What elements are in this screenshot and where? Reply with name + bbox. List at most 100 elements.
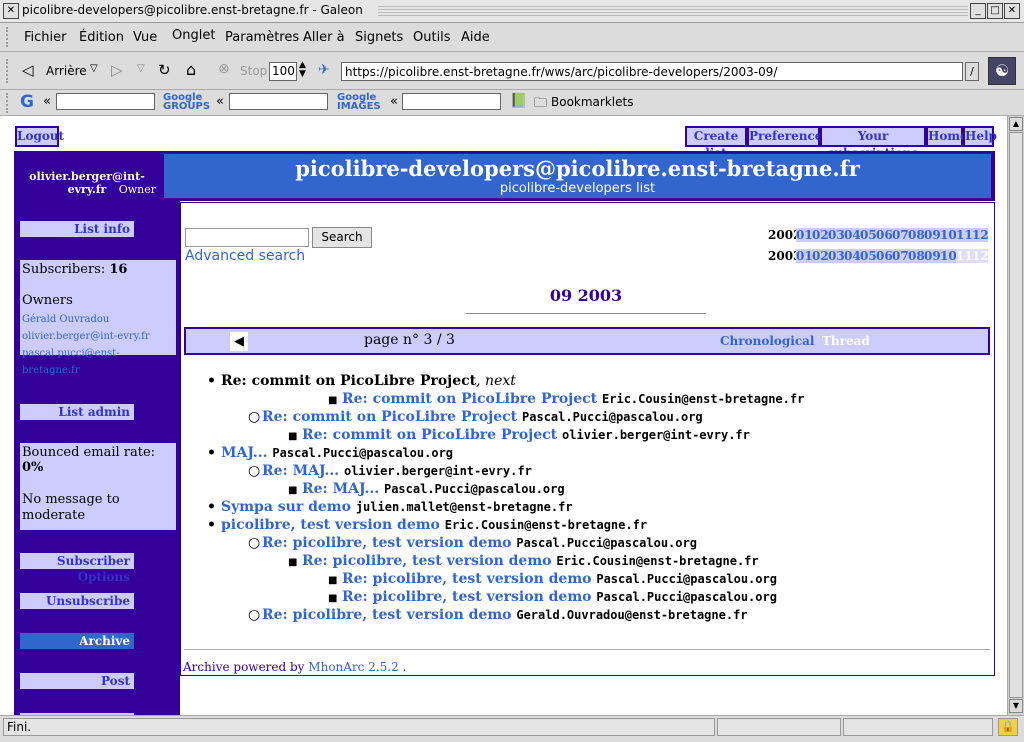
- logout-button[interactable]: Logout: [15, 126, 64, 147]
- message-link[interactable]: Re: commit on PicoLibre Project: [302, 427, 557, 443]
- message-link[interactable]: Re: picolibre, test version demo: [262, 607, 511, 623]
- message-link[interactable]: Re: picolibre, test version demo: [342, 589, 591, 605]
- close-window-icon[interactable]: ✕: [3, 3, 19, 19]
- home-icon[interactable]: ⌂: [186, 60, 196, 79]
- images-search-input[interactable]: [402, 93, 501, 110]
- vertical-scrollbar[interactable]: ▲ ▼: [1007, 116, 1024, 715]
- month-link[interactable]: 08: [908, 249, 925, 263]
- google-images-icon[interactable]: Google IMAGES: [337, 93, 385, 112]
- archive-search-input[interactable]: [185, 228, 309, 247]
- list-info-button[interactable]: List info: [18, 219, 136, 239]
- owner-link[interactable]: Gérald Ouvradou: [22, 311, 174, 328]
- month-link[interactable]: 01: [796, 228, 813, 242]
- subscriber-options-button[interactable]: Subscriber Options: [18, 551, 136, 584]
- menu-outils[interactable]: Outils: [413, 30, 451, 45]
- stop-icon[interactable]: ⊗: [218, 61, 230, 77]
- month-link[interactable]: 07: [892, 249, 909, 263]
- chronological-link[interactable]: Chronological: [720, 334, 814, 348]
- menu-parametres[interactable]: Paramètres: [225, 30, 299, 45]
- back-button[interactable]: Arrière: [46, 64, 87, 78]
- message-link[interactable]: Re: picolibre, test version demo: [262, 535, 511, 551]
- message-link[interactable]: Re: MAJ...: [262, 463, 339, 479]
- message-link[interactable]: Sympa sur demo: [221, 499, 351, 515]
- scroll-up-icon[interactable]: ▲: [1009, 117, 1023, 131]
- zoom-input[interactable]: 100: [269, 62, 297, 81]
- advanced-search-link[interactable]: Advanced search: [185, 248, 305, 264]
- owner-link[interactable]: olivier.berger@int-evry.fr: [22, 328, 174, 345]
- google-search-input[interactable]: [56, 93, 155, 110]
- menu-onglet[interactable]: Onglet: [172, 28, 215, 43]
- menu-aller[interactable]: Aller à: [303, 30, 345, 45]
- scroll-thumb[interactable]: [1009, 132, 1023, 698]
- menu-edition[interactable]: Édition: [79, 30, 124, 45]
- archive-button[interactable]: Archive: [18, 631, 136, 651]
- message-author: olivier.berger@int-evry.fr: [562, 428, 750, 442]
- scroll-down-icon[interactable]: ▼: [1009, 699, 1023, 713]
- search-button[interactable]: Search: [312, 227, 372, 248]
- month-link[interactable]: 05: [860, 249, 877, 263]
- month-link[interactable]: 06: [876, 228, 893, 242]
- message-link[interactable]: Re: MAJ...: [302, 481, 379, 497]
- list-title-box: picolibre-developers@picolibre.enst-bret…: [164, 154, 991, 198]
- month-link[interactable]: 12: [972, 228, 989, 242]
- unsubscribe-button[interactable]: Unsubscribe: [18, 591, 136, 611]
- help-button[interactable]: Help: [963, 126, 997, 147]
- groups-search-input[interactable]: [229, 93, 328, 110]
- month-link[interactable]: 02: [812, 249, 829, 263]
- maximize-icon[interactable]: □: [987, 3, 1003, 19]
- month-link[interactable]: 09: [924, 249, 941, 263]
- message-link[interactable]: Re: commit on PicoLibre Project: [262, 409, 517, 425]
- url-dropdown-icon[interactable]: /: [965, 62, 979, 81]
- reload-icon[interactable]: ↻: [158, 61, 171, 79]
- month-link[interactable]: 01: [796, 249, 813, 263]
- bookmarks-book-icon[interactable]: 📗: [510, 93, 527, 109]
- month-link[interactable]: 05: [860, 228, 877, 242]
- list-address: picolibre-developers@picolibre.enst-bret…: [295, 156, 860, 181]
- month-link[interactable]: 06: [876, 249, 893, 263]
- message-link[interactable]: Re: picolibre, test version demo: [342, 571, 591, 587]
- month-link[interactable]: 04: [844, 249, 861, 263]
- zoom-spinner-icon[interactable]: ▲ ▼: [299, 61, 306, 79]
- window-titlebar[interactable]: ✕ picolibre-developers@picolibre.enst-br…: [0, 0, 1024, 23]
- security-lock-icon[interactable]: 🔒: [998, 718, 1018, 736]
- message-link[interactable]: Re: picolibre, test version demo: [302, 553, 551, 569]
- post-button[interactable]: Post: [18, 671, 136, 691]
- subscriptions-button[interactable]: Your subscriptions: [820, 126, 926, 160]
- forward-history-icon[interactable]: ▽: [137, 63, 145, 74]
- owner-link[interactable]: pascal.pucci@enst-bretagne.fr: [22, 345, 174, 379]
- month-link[interactable]: 03: [828, 228, 845, 242]
- forward-arrow-icon[interactable]: ▷: [111, 61, 123, 79]
- list-admin-button[interactable]: List admin: [18, 402, 136, 422]
- menu-signets[interactable]: Signets: [355, 30, 403, 45]
- mhonarc-link[interactable]: MhonArc 2.5.2: [308, 660, 398, 674]
- month-link[interactable]: 10: [940, 228, 957, 242]
- google-groups-icon[interactable]: Google GROUPS: [163, 93, 211, 112]
- previous-page-icon[interactable]: ◀: [230, 332, 248, 351]
- url-input[interactable]: https://picolibre.enst-bretagne.fr/wws/a…: [341, 62, 963, 81]
- month-link[interactable]: 08: [908, 228, 925, 242]
- menu-aide[interactable]: Aide: [461, 30, 490, 45]
- month-link[interactable]: 10: [940, 249, 957, 263]
- message-link[interactable]: picolibre, test version demo: [221, 517, 440, 533]
- stop-button[interactable]: Stop: [240, 64, 267, 78]
- month-link[interactable]: 02: [812, 228, 829, 242]
- menu-fichier[interactable]: Fichier: [24, 30, 67, 45]
- preferences-button[interactable]: Preferences: [747, 126, 829, 147]
- month-link[interactable]: 04: [844, 228, 861, 242]
- home-button[interactable]: Home: [926, 126, 968, 147]
- minimize-icon[interactable]: _: [970, 3, 986, 19]
- message-link[interactable]: Re: commit on PicoLibre Project: [342, 391, 597, 407]
- back-history-icon[interactable]: ▽: [90, 63, 98, 74]
- back-arrow-icon[interactable]: ◁: [22, 61, 34, 79]
- bookmarklets-folder[interactable]: Bookmarklets: [551, 95, 633, 109]
- message-link[interactable]: MAJ...: [221, 445, 268, 461]
- month-link[interactable]: 07: [892, 228, 909, 242]
- close-icon[interactable]: ✕: [1004, 3, 1020, 19]
- create-list-button[interactable]: Create list: [685, 126, 747, 160]
- google-icon[interactable]: G: [20, 92, 34, 112]
- menu-vue[interactable]: Vue: [133, 30, 157, 45]
- month-link[interactable]: 03: [828, 249, 845, 263]
- month-link[interactable]: 09: [924, 228, 941, 242]
- month-link[interactable]: 11: [956, 228, 973, 242]
- go-icon[interactable]: ✈: [318, 62, 330, 78]
